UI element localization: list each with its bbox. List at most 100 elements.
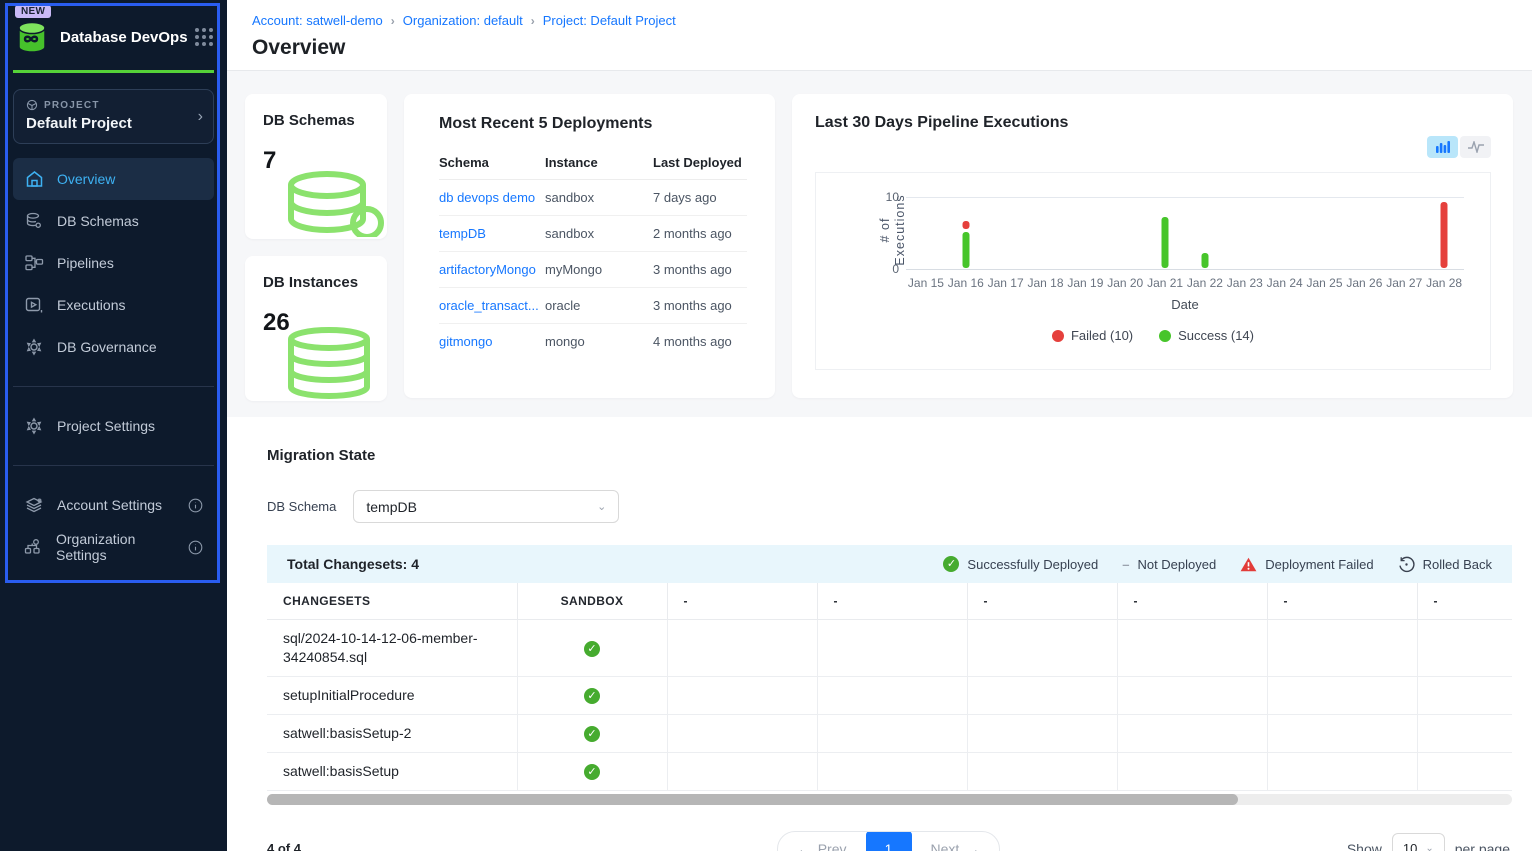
- instance-cell: mongo: [545, 324, 653, 360]
- info-icon[interactable]: [188, 498, 203, 513]
- pipeline-icon: [24, 253, 44, 273]
- schema-selector-row: DB Schema tempDB ⌄: [267, 490, 1512, 523]
- project-name: Default Project: [26, 115, 201, 132]
- db-gear-icon: [24, 211, 44, 231]
- sidebar-item-organization-settings[interactable]: Organization Settings: [13, 526, 214, 568]
- status-legend-label: Deployment Failed: [1265, 557, 1373, 572]
- schema-link[interactable]: db devops demo: [439, 190, 535, 205]
- sidebar-item-db-governance[interactable]: DB Governance: [13, 326, 214, 368]
- legend-dot-icon: [1159, 330, 1171, 342]
- x-tick-label: Jan 21: [1145, 276, 1185, 290]
- schema-link[interactable]: tempDB: [439, 226, 486, 241]
- overview-cards: DB Schemas 7 DB Instances: [227, 71, 1532, 409]
- pagination-footer: 4 of 4 ← Prev 1 Next →: [267, 831, 1512, 851]
- x-tick-label: Jan 15: [906, 276, 946, 290]
- chart-plot-panel: # of Executions 10 0 Jan 15Jan 16Jan 17J…: [815, 172, 1491, 370]
- changesets-header-bar: Total Changesets: 4 ✓Successfully Deploy…: [267, 545, 1512, 583]
- chart-legend-item[interactable]: Success (14): [1159, 328, 1254, 343]
- changesets-column-header: CHANGESETS: [267, 583, 517, 619]
- sidebar-item-project-settings[interactable]: Project Settings: [13, 405, 214, 447]
- deployment-row: db devops demo sandbox7 days ago: [439, 180, 747, 216]
- changeset-row: sql/2024-10-14-12-06-member-34240854.sql…: [267, 619, 1512, 676]
- sidebar-accent-line: [13, 70, 214, 73]
- sidebar-item-executions[interactable]: Executions: [13, 284, 214, 326]
- x-tick-label: Jan 28: [1424, 276, 1464, 290]
- deployments-column-header: Instance: [545, 145, 653, 180]
- gear-icon: [24, 416, 44, 436]
- prev-label: Prev: [818, 841, 847, 851]
- sidebar-item-account-settings[interactable]: Account Settings: [13, 484, 214, 526]
- sidebar-item-label: Organization Settings: [56, 531, 175, 563]
- sidebar-item-label: Overview: [57, 171, 115, 187]
- empty-status-cell: [817, 676, 967, 714]
- next-page-button[interactable]: Next →: [912, 831, 1000, 851]
- info-icon[interactable]: [188, 540, 203, 555]
- x-tick-label: Jan 26: [1344, 276, 1384, 290]
- db-schema-select[interactable]: tempDB ⌄: [353, 490, 619, 523]
- x-tick-label: Jan 19: [1065, 276, 1105, 290]
- project-selector[interactable]: PROJECT Default Project ›: [13, 89, 214, 144]
- app-switcher-grid-icon[interactable]: [195, 28, 213, 46]
- empty-status-cell: [667, 676, 817, 714]
- sidebar: NEW Database DevOps PR: [0, 0, 227, 851]
- current-page-button[interactable]: 1: [866, 831, 912, 851]
- empty-status-cell: [1117, 676, 1267, 714]
- db-schemas-card: DB Schemas 7: [245, 94, 387, 239]
- dash-icon: –: [1122, 557, 1129, 572]
- failed-bar: [1441, 202, 1448, 268]
- scrollbar-thumb[interactable]: [267, 794, 1238, 805]
- sidebar-item-db-schemas[interactable]: DB Schemas: [13, 200, 214, 242]
- home-icon: [24, 169, 44, 189]
- deployment-row: gitmongomongo4 months ago: [439, 324, 747, 360]
- bar-chart-toggle-button[interactable]: [1427, 136, 1458, 158]
- instance-cell: sandbox: [545, 180, 653, 216]
- changeset-row: setupInitialProcedure✓: [267, 676, 1512, 714]
- migration-state-section: Migration State DB Schema tempDB ⌄ Total…: [227, 417, 1532, 851]
- schema-link[interactable]: artifactoryMongo: [439, 262, 536, 277]
- sidebar-item-pipelines[interactable]: Pipelines: [13, 242, 214, 284]
- show-label: Show: [1347, 841, 1382, 851]
- chart-legend-item[interactable]: Failed (10): [1052, 328, 1133, 343]
- line-chart-icon: [1468, 141, 1484, 153]
- app-window: NEW Database DevOps PR: [0, 0, 1532, 851]
- layers-gear-icon: [24, 495, 44, 515]
- line-chart-toggle-button[interactable]: [1460, 136, 1491, 158]
- breadcrumb-link[interactable]: Account: satwell-demo: [252, 13, 383, 28]
- empty-status-cell: [967, 619, 1117, 676]
- chevron-down-icon: ⌄: [597, 500, 606, 513]
- changesets-column-header: -: [667, 583, 817, 619]
- page-size-zone: Show 10 ⌄ per page: [1250, 833, 1510, 851]
- page-title: Overview: [252, 36, 1532, 60]
- success-bar: [1201, 253, 1208, 268]
- empty-status-cell: [967, 714, 1117, 752]
- main-area: Account: satwell-demo›Organization: defa…: [227, 0, 1532, 851]
- db-instances-card: DB Instances 26: [245, 256, 387, 401]
- schema-link[interactable]: gitmongo: [439, 334, 492, 349]
- arrow-left-icon: ←: [797, 841, 811, 851]
- changeset-row: satwell:basisSetup-2✓: [267, 714, 1512, 752]
- new-badge: NEW: [15, 5, 51, 18]
- changesets-table: CHANGESETSSANDBOX------ sql/2024-10-14-1…: [267, 583, 1512, 791]
- deployments-table: SchemaInstanceLast Deployed db devops de…: [439, 145, 747, 359]
- empty-status-cell: [1417, 619, 1512, 676]
- empty-status-cell: [967, 676, 1117, 714]
- check-circle-icon: ✓: [584, 762, 600, 778]
- y-tick-0: 0: [892, 262, 899, 276]
- page-size-select[interactable]: 10 ⌄: [1392, 833, 1445, 851]
- sidebar-nav-secondary: Project Settings: [0, 405, 227, 447]
- empty-status-cell: [1117, 752, 1267, 790]
- chart-legend: Failed (10) Success (14): [816, 328, 1490, 343]
- chart-type-toggle: [1427, 136, 1491, 158]
- changeset-name: satwell:basisSetup: [283, 762, 501, 781]
- last-deployed-cell: 7 days ago: [653, 180, 747, 216]
- sidebar-item-overview[interactable]: Overview: [13, 158, 214, 200]
- chevron-right-icon: ›: [198, 108, 203, 126]
- changesets-column-header: -: [1267, 583, 1417, 619]
- breadcrumb-link[interactable]: Project: Default Project: [543, 13, 676, 28]
- instance-cell: myMongo: [545, 252, 653, 288]
- prev-page-button[interactable]: ← Prev: [778, 831, 866, 851]
- x-tick-label: Jan 23: [1225, 276, 1265, 290]
- schema-link[interactable]: oracle_transact...: [439, 298, 539, 313]
- breadcrumb-link[interactable]: Organization: default: [403, 13, 523, 28]
- x-tick-label: Jan 27: [1384, 276, 1424, 290]
